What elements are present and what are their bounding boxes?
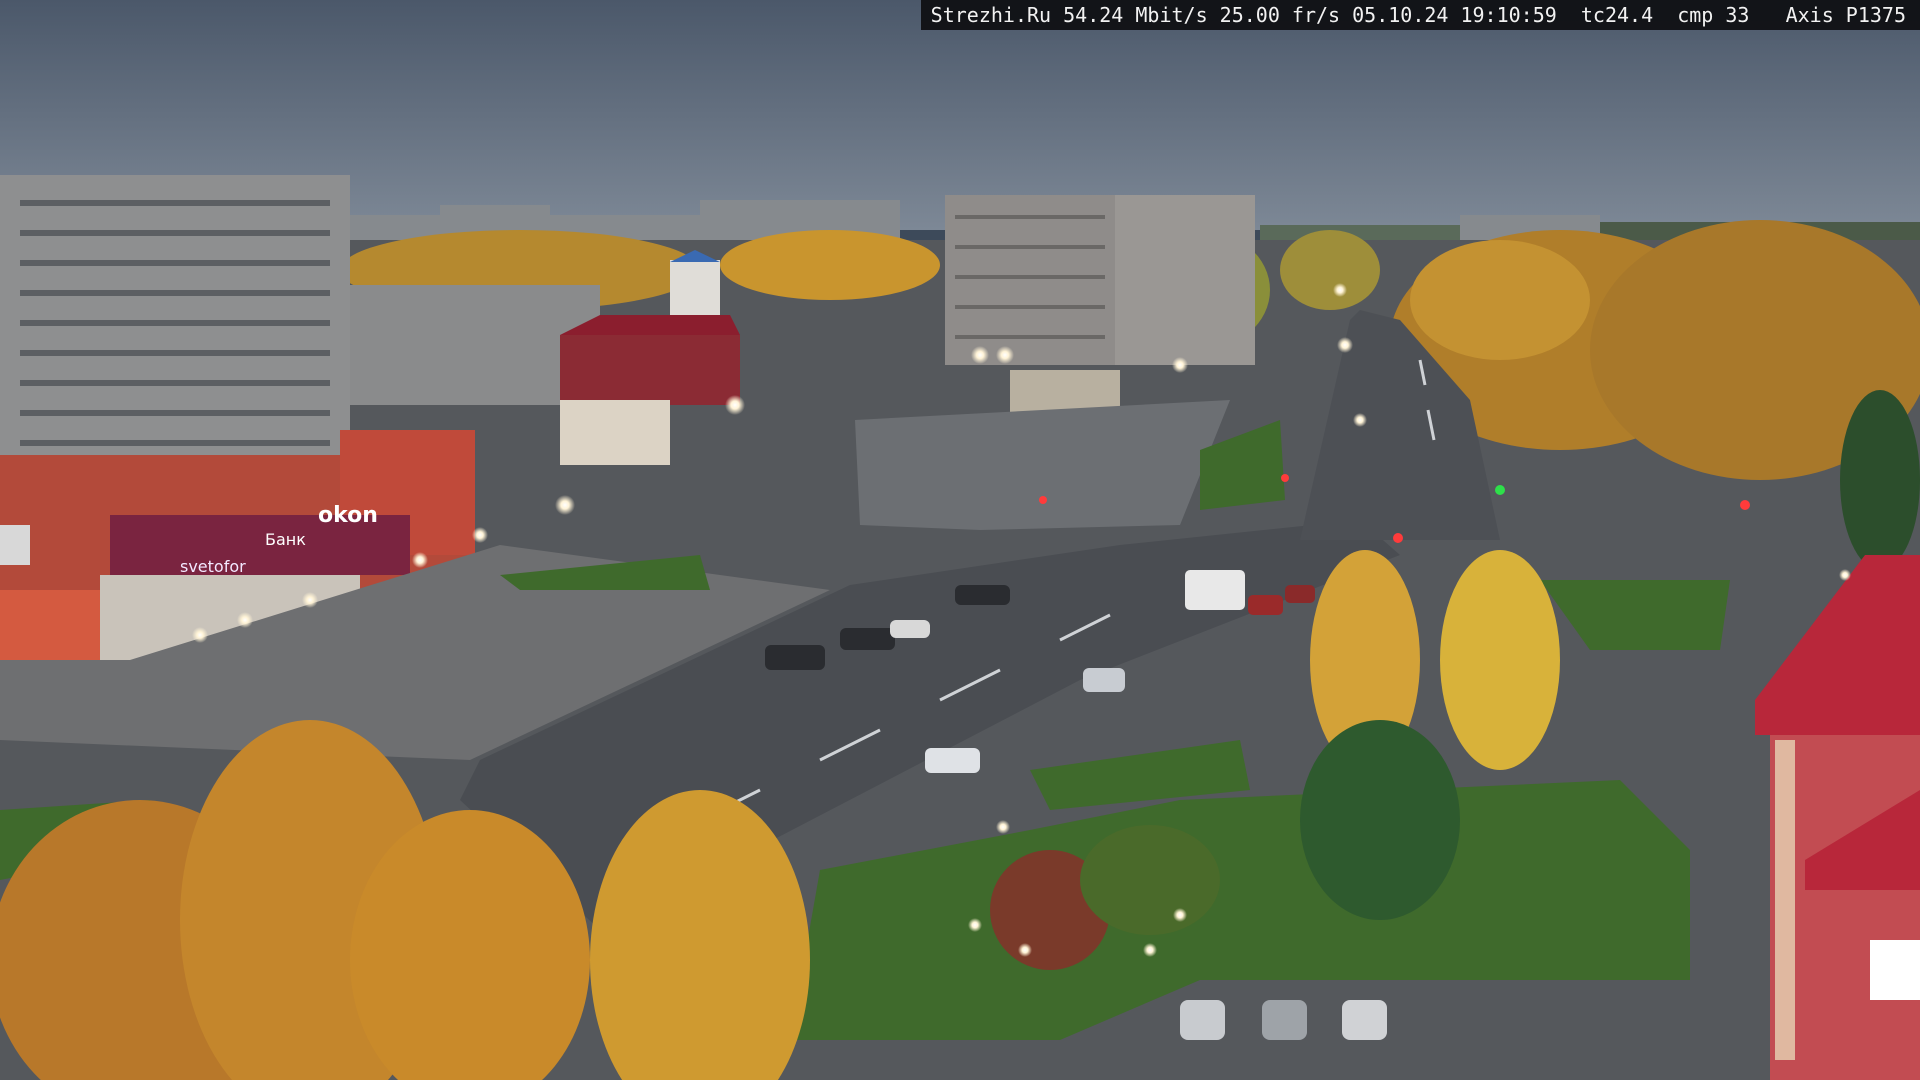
green-traffic-light [1495,485,1505,495]
store-sign-svetofor: svetofor [180,557,246,576]
store-sign-okon: okon [318,503,378,528]
camera-scene: svetofor okon Банк [0,0,1920,1080]
town-square [855,400,1230,530]
store-sign-bank: Банк [265,530,306,549]
camera-info-overlay: Strezhi.Ru 54.24 Mbit/s 25.00 fr/s 05.10… [920,0,1920,30]
